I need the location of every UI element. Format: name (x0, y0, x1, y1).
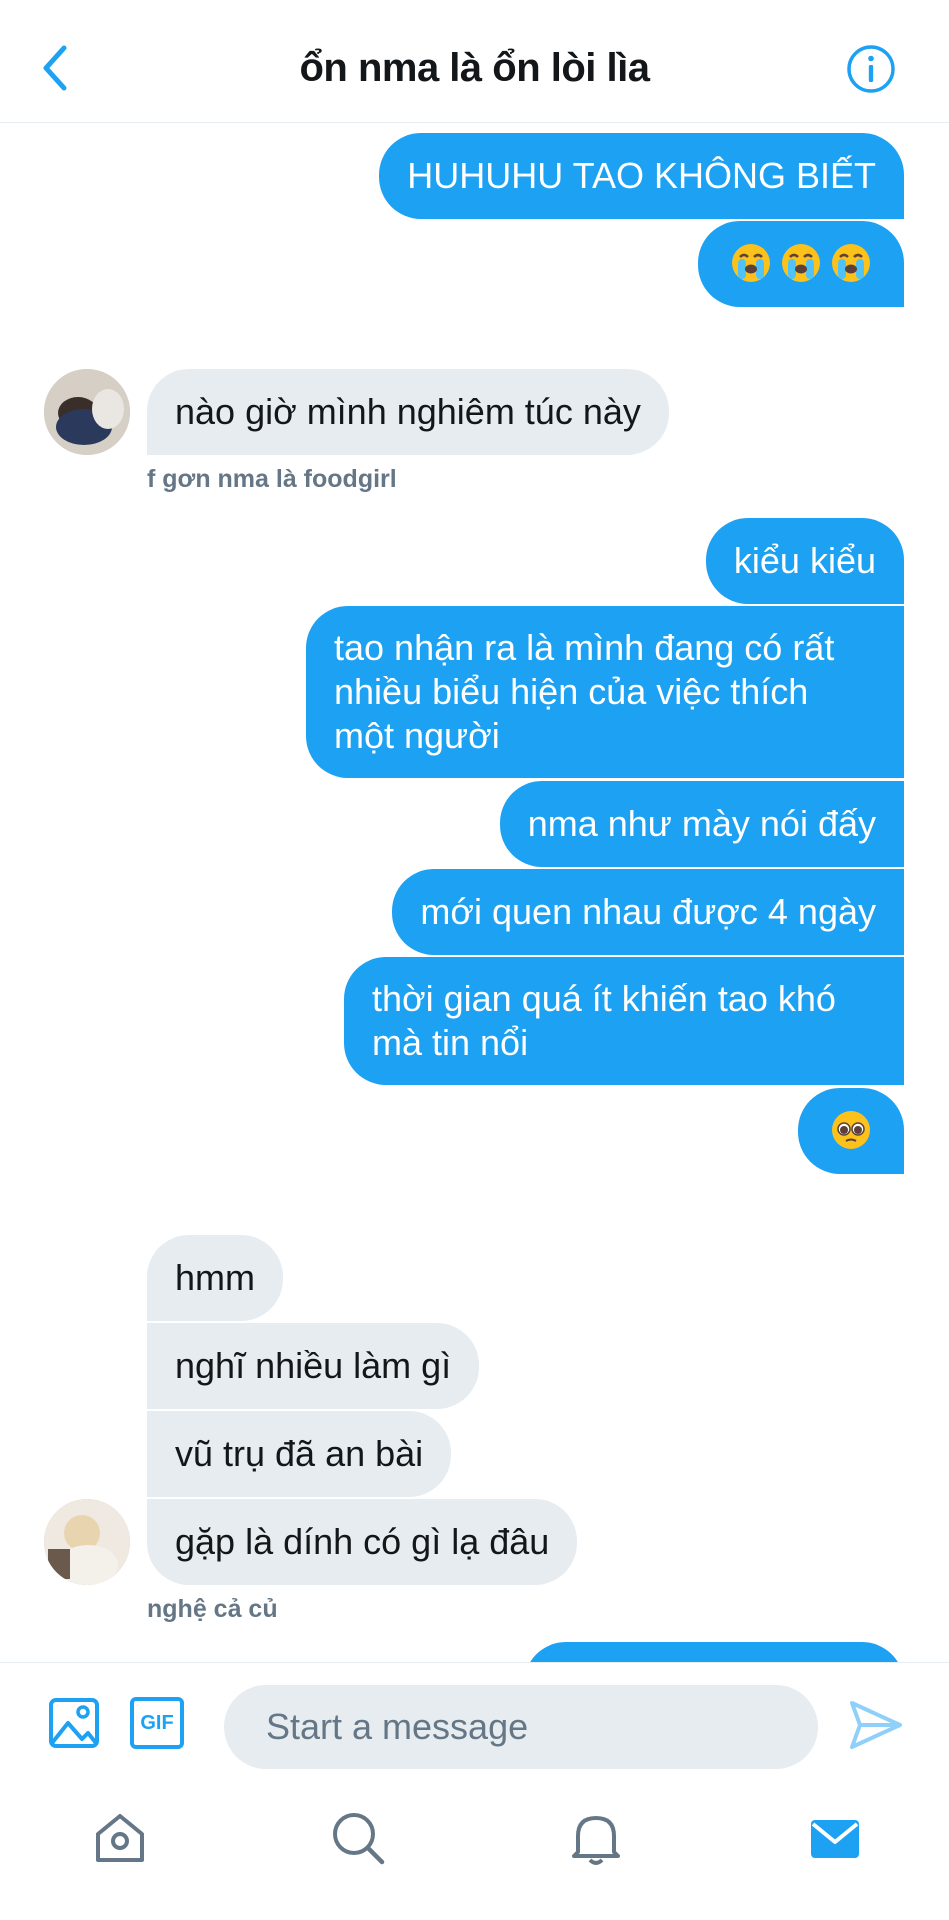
outgoing-message[interactable]: kiểu kiểu (705, 518, 904, 604)
bell-icon (572, 1816, 620, 1865)
outgoing-message[interactable]: nma như mày nói đấy (499, 781, 904, 867)
message-list[interactable]: HUHUHU TAO KHÔNG BIẾT nào giờ mình nghiê… (0, 122, 949, 1662)
home-icon (96, 1814, 144, 1862)
loudly-crying-face-icon (732, 244, 770, 282)
sender-caption: f gơn nma là foodgirl (147, 465, 397, 493)
send-button[interactable] (848, 1699, 904, 1751)
search-icon (333, 1813, 385, 1865)
send-icon (850, 1701, 902, 1749)
gif-button[interactable]: GIF (130, 1697, 184, 1749)
sender-caption: nghệ cả củ (147, 1595, 278, 1623)
message-text: tao nhận ra là mình đang có rất nhiều bi… (334, 627, 835, 756)
media-button[interactable] (48, 1697, 100, 1749)
outgoing-message[interactable] (698, 221, 904, 307)
message-text: kiểu kiểu (733, 540, 876, 581)
loudly-crying-face-icon (832, 244, 870, 282)
incoming-message[interactable]: vũ trụ đã an bài (147, 1411, 452, 1497)
loudly-crying-face-icon (782, 244, 820, 282)
pleading-face-icon (832, 1111, 870, 1149)
tab-home[interactable] (90, 1808, 150, 1868)
outgoing-message[interactable]: thời gian quá ít khiến tao khó mà tin nổ… (344, 957, 904, 1085)
avatar-photo (44, 1499, 130, 1585)
image-icon (49, 1698, 99, 1748)
message-text: gặp là dính có gì lạ đâu (175, 1521, 550, 1562)
avatar[interactable] (44, 1499, 130, 1585)
outgoing-message[interactable]: tao nhận ra là mình đang có rất nhiều bi… (306, 606, 904, 778)
bottom-tab-bar (0, 1782, 949, 1920)
conversation-title[interactable]: ổn nma là ổn lòi lìa (0, 46, 949, 91)
message-text: nào giờ mình nghiêm túc này (175, 391, 641, 432)
outgoing-message[interactable] (798, 1088, 904, 1174)
message-text: HUHUHU TAO KHÔNG BIẾT (407, 155, 876, 196)
tab-notifications[interactable] (566, 1808, 626, 1868)
tab-messages[interactable] (805, 1808, 865, 1868)
message-text: vũ trụ đã an bài (175, 1433, 424, 1474)
conversation-header: ổn nma là ổn lòi lìa (0, 0, 949, 123)
message-input[interactable] (224, 1685, 818, 1769)
incoming-message[interactable]: gặp là dính có gì lạ đâu (147, 1499, 578, 1585)
tab-search[interactable] (328, 1808, 388, 1868)
avatar[interactable] (44, 369, 130, 455)
message-composer: GIF (0, 1662, 949, 1783)
info-icon (847, 45, 895, 93)
message-text: thời gian quá ít khiến tao khó mà tin nổ… (372, 978, 836, 1063)
incoming-message[interactable]: hmm (147, 1235, 283, 1321)
message-text: nma như mày nói đấy (527, 803, 876, 844)
message-text: mới quen nhau được 4 ngày (420, 891, 876, 932)
incoming-message[interactable]: nghĩ nhiều làm gì (147, 1323, 480, 1409)
outgoing-message[interactable]: HUHUHU TAO KHÔNG BIẾT (379, 133, 904, 219)
incoming-message[interactable]: nào giờ mình nghiêm túc này (147, 369, 669, 455)
mail-icon (811, 1820, 859, 1858)
outgoing-message[interactable]: mới quen nhau được 4 ngày (392, 869, 904, 955)
avatar-photo (44, 369, 130, 455)
message-text: nghĩ nhiều làm gì (175, 1345, 452, 1386)
outgoing-message-partial[interactable] (524, 1642, 904, 1662)
emoji-group (726, 242, 876, 286)
info-button[interactable] (846, 44, 896, 94)
message-text: hmm (175, 1257, 255, 1298)
